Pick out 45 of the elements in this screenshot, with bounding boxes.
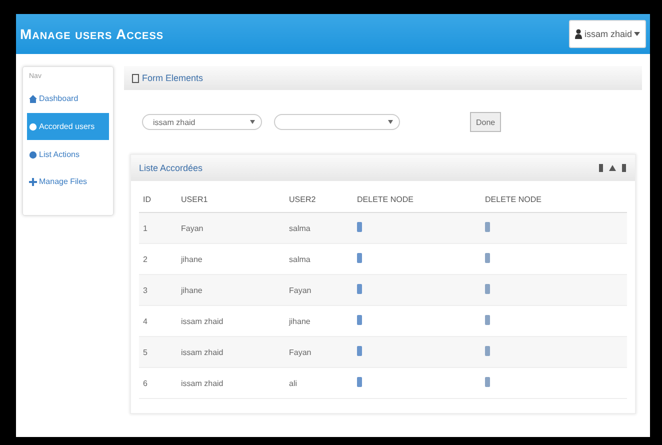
panel-title: Form Elements: [142, 73, 204, 83]
globe-icon: [29, 150, 37, 158]
trash-icon[interactable]: [485, 253, 490, 263]
table-cell: Fayan: [285, 274, 353, 306]
table-cell: Fayan: [177, 212, 285, 244]
panel-title: Liste Accordées: [139, 163, 203, 173]
table-cell: ali: [285, 368, 353, 398]
table-cell: jihane: [177, 274, 285, 306]
sidebar-item[interactable]: Accorded users: [27, 113, 109, 140]
trash-icon[interactable]: [485, 377, 490, 387]
user-icon: [575, 29, 582, 39]
caret-icon: [250, 120, 255, 124]
table-cell: 5: [139, 336, 177, 368]
user-menu-button[interactable]: issam zhaid: [569, 20, 646, 48]
done-button[interactable]: Done: [470, 112, 502, 132]
document-icon: [132, 74, 139, 82]
trash-icon[interactable]: [357, 346, 362, 356]
table-cell: salma: [285, 212, 353, 244]
table-cell: 6: [139, 368, 177, 398]
trash-icon[interactable]: [357, 315, 362, 325]
sidebar-item[interactable]: Dashboard: [27, 86, 109, 111]
table-cell: Fayan: [285, 336, 353, 368]
caret-icon: [388, 120, 393, 124]
trash-icon[interactable]: [485, 346, 490, 356]
table-cell: 1: [139, 212, 177, 244]
caret-icon: [634, 32, 640, 36]
table-cell: 3: [139, 274, 177, 306]
user-select[interactable]: issam zhaid: [142, 114, 262, 130]
trash-icon[interactable]: [485, 222, 490, 232]
trash-icon[interactable]: [357, 377, 362, 387]
globe-icon: [29, 122, 37, 130]
trash-icon[interactable]: [357, 284, 362, 294]
trash-icon[interactable]: [485, 315, 490, 325]
sidebar-item[interactable]: List Actions: [27, 142, 109, 167]
user-select[interactable]: [274, 114, 400, 130]
plus-icon: [29, 178, 37, 186]
table-cell: issam zhaid: [177, 336, 285, 368]
home-icon: [29, 94, 37, 102]
table-cell: issam zhaid: [177, 368, 285, 398]
sidebar-item[interactable]: Manage Files: [27, 169, 109, 194]
app-title: Manage users Access: [20, 26, 164, 42]
trash-icon[interactable]: [357, 253, 362, 263]
chevron-up-icon[interactable]: [609, 165, 616, 171]
trash-icon[interactable]: [485, 284, 490, 294]
trash-icon[interactable]: [357, 222, 362, 232]
